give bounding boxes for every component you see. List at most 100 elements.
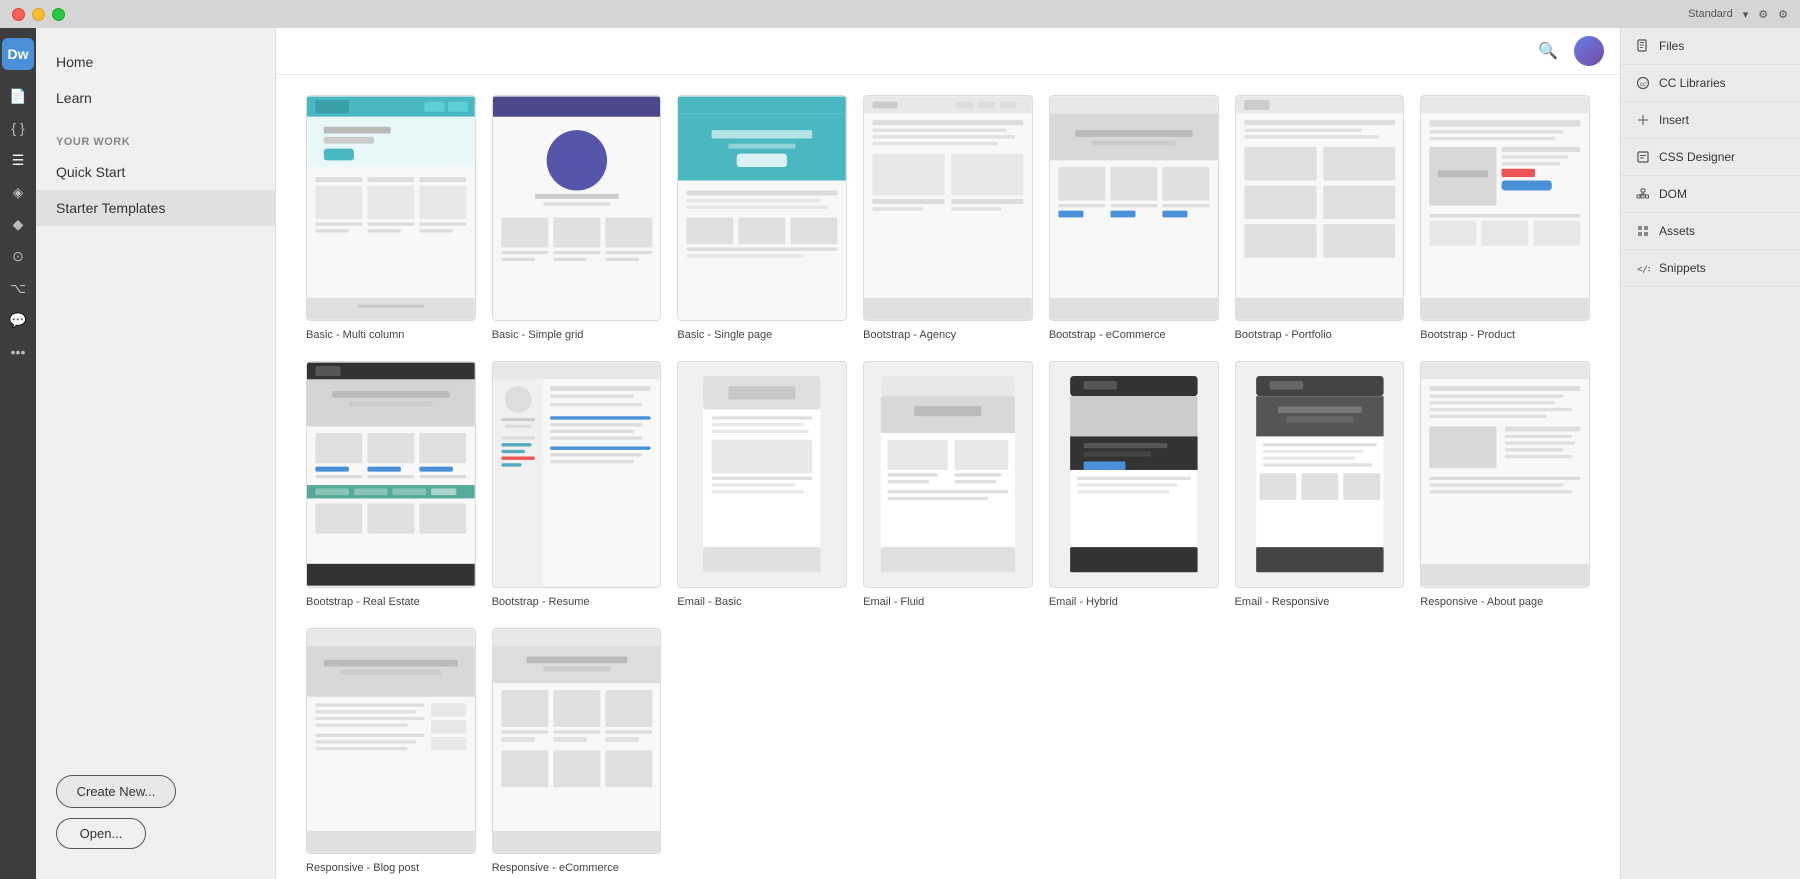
right-panel-item-snippets[interactable]: </> Snippets bbox=[1621, 250, 1800, 287]
template-name: Email - Fluid bbox=[863, 596, 1033, 608]
sidebar-item-home[interactable]: Home bbox=[36, 44, 275, 80]
template-thumb-responsive-about bbox=[1420, 361, 1590, 587]
sidebar-item-learn[interactable]: Learn bbox=[36, 80, 275, 116]
main-header: 🔍 bbox=[276, 28, 1620, 75]
user-avatar[interactable] bbox=[1574, 36, 1604, 66]
template-name: Basic - Simple grid bbox=[492, 329, 662, 341]
template-thumb-email-hybrid bbox=[1049, 361, 1219, 587]
title-bar-right: Standard ▾ ⚙ ⚙ bbox=[1688, 8, 1788, 21]
template-thumb-bootstrap-resume bbox=[492, 361, 662, 587]
template-name: Responsive - Blog post bbox=[306, 862, 476, 874]
app-container: Dw 📄 { } ☰ ◈ ◆ ⊙ ⌥ 💬 ••• Home Learn YOUR… bbox=[0, 28, 1800, 879]
template-thumb-basic-single bbox=[677, 95, 847, 321]
template-item[interactable]: Bootstrap - Product bbox=[1420, 95, 1590, 341]
sidebar-section-your-work: YOUR WORK bbox=[36, 124, 275, 154]
right-panel-item-cc-libraries[interactable]: cc CC Libraries bbox=[1621, 65, 1800, 102]
icon-rail: Dw 📄 { } ☰ ◈ ◆ ⊙ ⌥ 💬 ••• bbox=[0, 28, 36, 879]
rail-icon-assets[interactable]: ◆ bbox=[4, 210, 32, 238]
create-new-button[interactable]: Create New... bbox=[56, 775, 176, 808]
maximize-button[interactable] bbox=[52, 8, 65, 21]
right-panel-item-dom[interactable]: DOM bbox=[1621, 176, 1800, 213]
main-content: Basic - Multi column bbox=[276, 75, 1620, 879]
rail-icon-more[interactable]: ••• bbox=[4, 338, 32, 366]
search-button[interactable]: 🔍 bbox=[1534, 37, 1562, 65]
template-thumb-bootstrap-agency bbox=[863, 95, 1033, 321]
template-thumb-bootstrap-product bbox=[1420, 95, 1590, 321]
right-panel-label-cc: CC Libraries bbox=[1659, 76, 1726, 90]
template-thumb-responsive-ecommerce bbox=[492, 628, 662, 854]
template-thumb-bootstrap-ecommerce bbox=[1049, 95, 1219, 321]
open-button[interactable]: Open... bbox=[56, 818, 146, 849]
template-item[interactable]: Responsive - Blog post bbox=[306, 628, 476, 874]
template-thumb-bootstrap-portfolio bbox=[1235, 95, 1405, 321]
template-item[interactable]: Email - Fluid bbox=[863, 361, 1033, 607]
right-panel: Files cc CC Libraries Ins bbox=[1620, 28, 1800, 879]
template-item[interactable]: Basic - Simple grid bbox=[492, 95, 662, 341]
template-thumb-responsive-blog bbox=[306, 628, 476, 854]
workspace-mode[interactable]: Standard bbox=[1688, 8, 1733, 20]
rail-icon-home[interactable]: ☰ bbox=[4, 146, 32, 174]
close-button[interactable] bbox=[12, 8, 25, 21]
files-icon bbox=[1635, 38, 1651, 54]
right-panel-item-insert[interactable]: Insert bbox=[1621, 102, 1800, 139]
left-area: Home Learn YOUR WORK Quick Start Starter… bbox=[36, 28, 1800, 879]
template-item[interactable]: Basic - Multi column bbox=[306, 95, 476, 341]
right-panel-item-files[interactable]: Files bbox=[1621, 28, 1800, 65]
template-thumb-email-responsive bbox=[1235, 361, 1405, 587]
template-name: Bootstrap - eCommerce bbox=[1049, 329, 1219, 341]
sidebar-buttons: Create New... Open... bbox=[36, 755, 275, 879]
cc-libraries-icon: cc bbox=[1635, 75, 1651, 91]
template-name: Responsive - About page bbox=[1420, 596, 1590, 608]
template-name: Basic - Multi column bbox=[306, 329, 476, 341]
rail-icon-git[interactable]: ⌥ bbox=[4, 274, 32, 302]
right-panel-label-insert: Insert bbox=[1659, 113, 1689, 127]
right-panel-label-files: Files bbox=[1659, 39, 1684, 53]
template-name: Bootstrap - Resume bbox=[492, 596, 662, 608]
settings-icon[interactable]: ⚙ bbox=[1758, 8, 1768, 21]
template-item[interactable]: Email - Basic bbox=[677, 361, 847, 607]
template-thumb-basic-simple bbox=[492, 95, 662, 321]
extra-settings-icon[interactable]: ⚙ bbox=[1778, 8, 1788, 21]
dom-icon bbox=[1635, 186, 1651, 202]
template-name: Bootstrap - Real Estate bbox=[306, 596, 476, 608]
rail-icon-chat[interactable]: 💬 bbox=[4, 306, 32, 334]
dw-logo: Dw bbox=[2, 38, 34, 70]
right-panel-item-assets[interactable]: Assets bbox=[1621, 213, 1800, 250]
template-name: Email - Basic bbox=[677, 596, 847, 608]
svg-text:</>: </> bbox=[1637, 265, 1650, 275]
template-name: Responsive - eCommerce bbox=[492, 862, 662, 874]
template-name: Email - Responsive bbox=[1235, 596, 1405, 608]
template-item[interactable]: Bootstrap - Portfolio bbox=[1235, 95, 1405, 341]
template-thumb-email-fluid bbox=[863, 361, 1033, 587]
rail-icon-files[interactable]: 📄 bbox=[4, 82, 32, 110]
sidebar-item-quick-start[interactable]: Quick Start bbox=[36, 154, 275, 190]
template-item[interactable]: Responsive - eCommerce bbox=[492, 628, 662, 874]
template-item[interactable]: Bootstrap - Resume bbox=[492, 361, 662, 607]
template-item[interactable]: Email - Responsive bbox=[1235, 361, 1405, 607]
templates-grid: Basic - Multi column bbox=[306, 95, 1590, 879]
template-item[interactable]: Bootstrap - eCommerce bbox=[1049, 95, 1219, 341]
right-panel-label-snippets: Snippets bbox=[1659, 261, 1706, 275]
rail-icon-dom[interactable]: ◈ bbox=[4, 178, 32, 206]
template-item[interactable]: Email - Hybrid bbox=[1049, 361, 1219, 607]
insert-icon bbox=[1635, 112, 1651, 128]
template-item[interactable]: Basic - Single page bbox=[677, 95, 847, 341]
right-panel-item-css-designer[interactable]: CSS Designer bbox=[1621, 139, 1800, 176]
template-item[interactable]: Responsive - About page bbox=[1420, 361, 1590, 607]
sidebar: Home Learn YOUR WORK Quick Start Starter… bbox=[36, 28, 276, 879]
template-thumb-basic-multi bbox=[306, 95, 476, 321]
snippets-icon: </> bbox=[1635, 260, 1651, 276]
css-designer-icon bbox=[1635, 149, 1651, 165]
template-name: Email - Hybrid bbox=[1049, 596, 1219, 608]
right-panel-label-dom: DOM bbox=[1659, 187, 1687, 201]
rail-icon-code[interactable]: { } bbox=[4, 114, 32, 142]
template-item[interactable]: Bootstrap - Real Estate bbox=[306, 361, 476, 607]
template-item[interactable]: Bootstrap - Agency bbox=[863, 95, 1033, 341]
right-panel-label-css: CSS Designer bbox=[1659, 150, 1735, 164]
workspace-dropdown-icon[interactable]: ▾ bbox=[1743, 8, 1749, 21]
template-thumb-bootstrap-realestate bbox=[306, 361, 476, 587]
minimize-button[interactable] bbox=[32, 8, 45, 21]
template-name: Bootstrap - Agency bbox=[863, 329, 1033, 341]
rail-icon-browser[interactable]: ⊙ bbox=[4, 242, 32, 270]
sidebar-item-starter-templates[interactable]: Starter Templates bbox=[36, 190, 275, 226]
